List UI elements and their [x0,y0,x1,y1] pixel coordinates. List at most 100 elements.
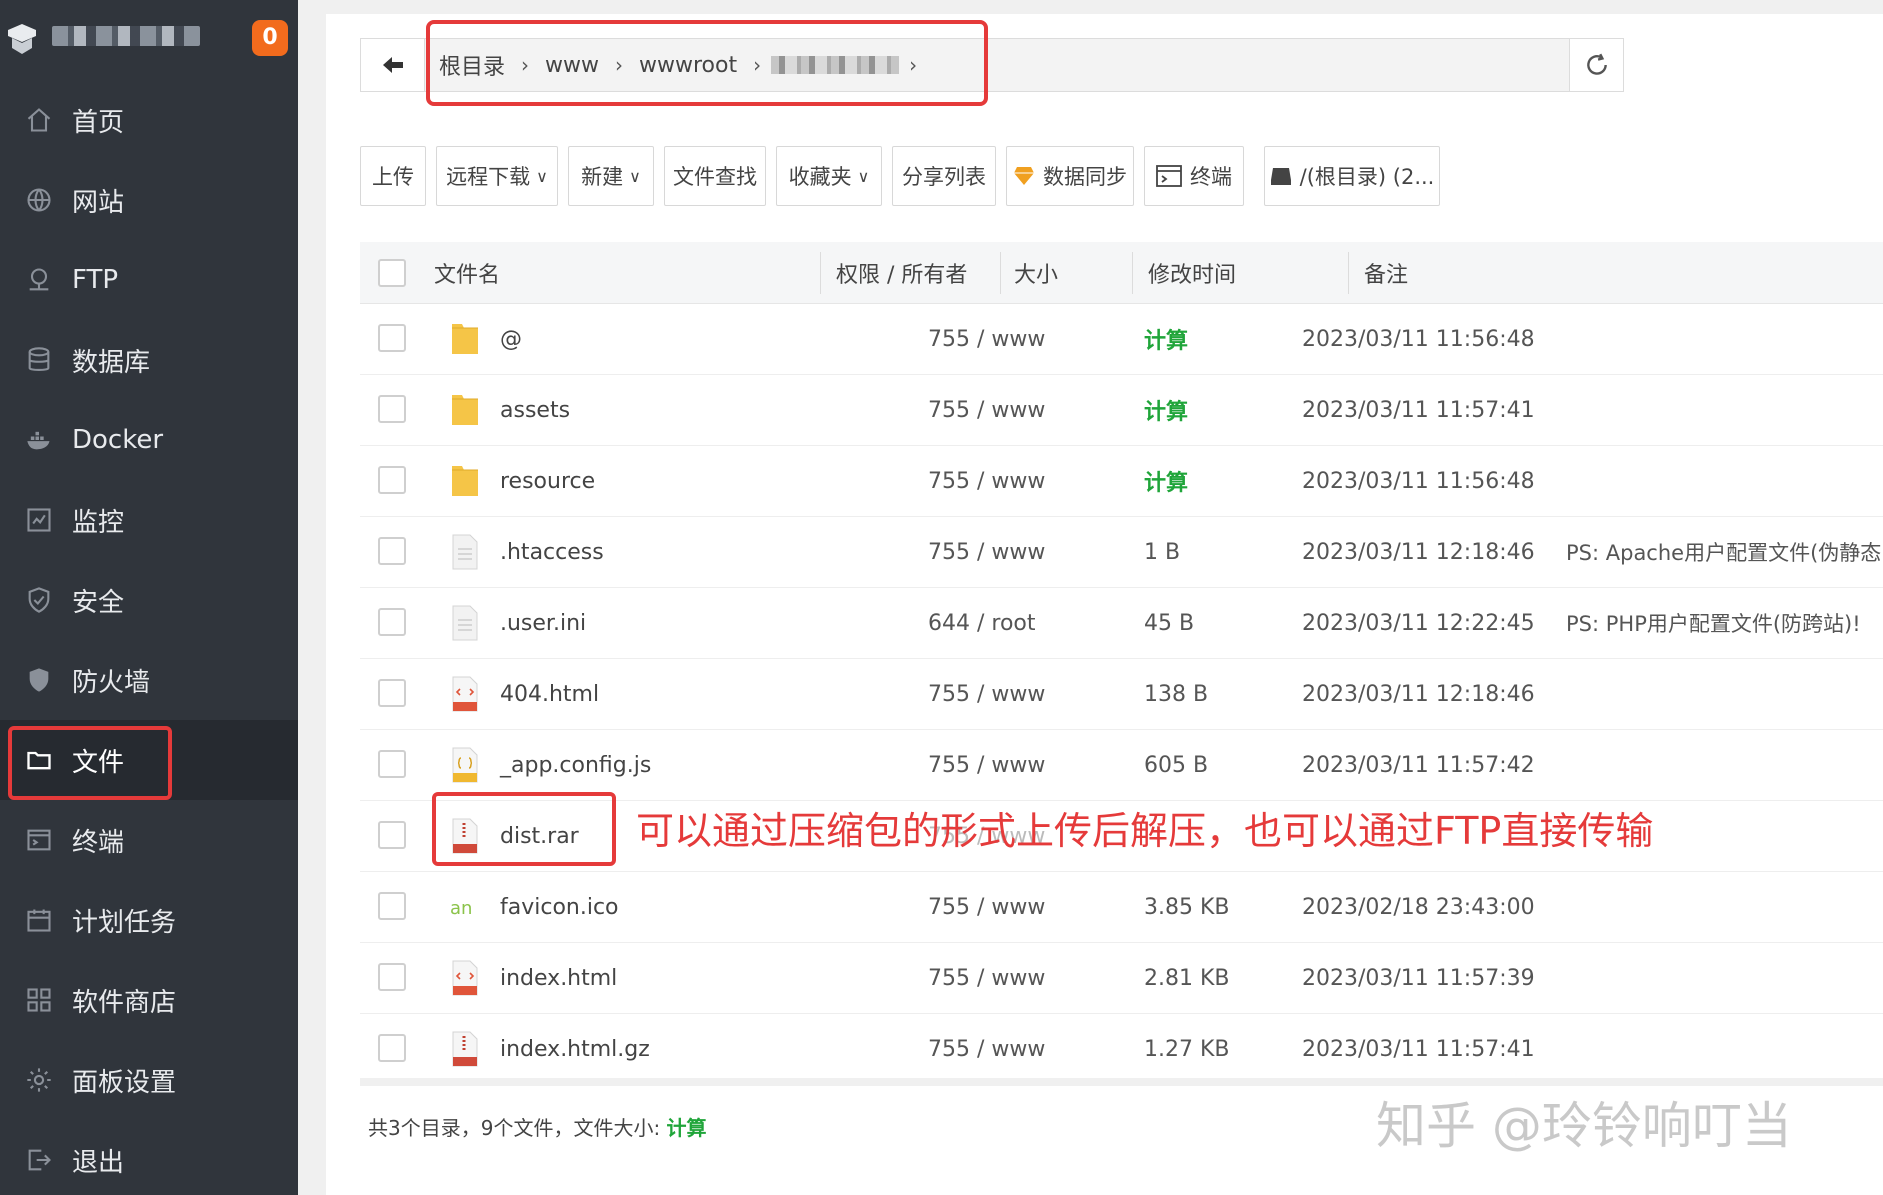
refresh-button[interactable] [1569,39,1623,91]
header-filename[interactable]: 文件名 [434,242,500,304]
table-row[interactable]: assets 755 / www 计算 2023/03/11 11:57:41 [360,375,1883,446]
row-checkbox[interactable] [378,324,406,352]
terminal-button[interactable]: 终端 [1144,146,1244,206]
file-size-calc-link[interactable]: 计算 [1144,304,1188,374]
sidebar-item-website[interactable]: 网站 [0,160,298,240]
file-permission[interactable]: 644 / root [928,588,1036,658]
database-icon [24,345,54,375]
file-name[interactable]: _app.config.js [500,730,651,800]
new-label: 新建 [581,165,624,189]
select-all-checkbox[interactable] [378,259,406,287]
breadcrumb-root[interactable]: 根目录 [433,49,511,81]
sidebar-item-terminal[interactable]: 终端 [0,800,298,880]
file-name[interactable]: index.html [500,943,617,1013]
file-size: 605 B [1144,752,1209,778]
share-list-button[interactable]: 分享列表 [892,146,996,206]
shield-icon [24,665,54,695]
file-permission[interactable]: 755 / www [928,730,1045,800]
summary-calc-link[interactable]: 计算 [667,1116,707,1140]
sidebar-item-label: 计划任务 [72,907,177,938]
file-permission[interactable]: 755 / www [928,375,1045,445]
sidebar-item-store[interactable]: 软件商店 [0,960,298,1040]
file-table: 文件名 权限 / 所有者 大小 修改时间 备注 @ 755 / www 计算 2… [360,242,1883,1085]
table-row[interactable]: _app.config.js 755 / www 605 B 2023/03/1… [360,730,1883,801]
disk-label: /(根目录) (2... [1299,165,1435,189]
notification-badge[interactable]: 0 [252,20,288,56]
file-note[interactable]: PS: PHP用户配置文件(防跨站)! [1566,588,1861,658]
favorites-button[interactable]: 收藏夹 ∨ [776,146,882,206]
table-scrollbar[interactable] [360,1078,1883,1086]
sidebar-item-cron[interactable]: 计划任务 [0,880,298,960]
folder-icon [452,324,478,354]
header-permission[interactable]: 权限 / 所有者 [836,242,967,304]
file-size-calc-link[interactable]: 计算 [1144,446,1188,516]
file-name[interactable]: resource [500,446,595,516]
gem-icon [1014,167,1034,185]
disk-button[interactable]: /(根目录) (2... [1264,146,1440,206]
file-name[interactable]: @ [500,304,522,374]
sidebar-item-ftp[interactable]: FTP [0,240,298,320]
table-row[interactable]: index.html.gz 755 / www 1.27 KB 2023/03/… [360,1014,1883,1085]
file-name[interactable]: favicon.ico [500,872,619,942]
table-row[interactable]: an favicon.ico 755 / www 3.85 KB 2023/02… [360,872,1883,943]
sidebar-item-security[interactable]: 安全 [0,560,298,640]
upload-button[interactable]: 上传 [360,146,426,206]
row-checkbox[interactable] [378,1034,406,1062]
sidebar-item-docker[interactable]: Docker [0,400,298,480]
path-bar[interactable]: 根目录 › www › wwwroot › › [360,38,1624,92]
row-checkbox[interactable] [378,963,406,991]
row-checkbox[interactable] [378,608,406,636]
row-checkbox[interactable] [378,679,406,707]
file-permission[interactable]: 755 / www [928,517,1045,587]
breadcrumb-www[interactable]: www [539,53,605,78]
sidebar-item-monitor[interactable]: 监控 [0,480,298,560]
file-permission[interactable]: 755 / www [928,872,1045,942]
sidebar-item-firewall[interactable]: 防火墙 [0,640,298,720]
file-mtime: 2023/03/11 12:18:46 [1302,681,1535,707]
file-note[interactable]: PS: Apache用户配置文件(伪静态 [1566,517,1881,587]
header-size[interactable]: 大小 [1014,242,1058,304]
row-checkbox[interactable] [378,466,406,494]
sidebar-item-files[interactable]: 文件 [0,720,298,800]
row-checkbox[interactable] [378,821,406,849]
file-size-calc-link[interactable]: 计算 [1144,375,1188,445]
file-name[interactable]: index.html.gz [500,1014,650,1084]
breadcrumb-wwwroot[interactable]: wwwroot [633,53,743,78]
row-checkbox[interactable] [378,750,406,778]
file-mtime: 2023/03/11 11:57:42 [1302,752,1535,778]
remote-download-button[interactable]: 远程下载 ∨ [436,146,558,206]
data-sync-button[interactable]: 数据同步 [1006,146,1134,206]
file-permission[interactable]: 755 / www [928,446,1045,516]
table-row[interactable]: 404.html 755 / www 138 B 2023/03/11 12:1… [360,659,1883,730]
row-checkbox[interactable] [378,395,406,423]
file-permission[interactable]: 755 / www [928,943,1045,1013]
file-name[interactable]: 404.html [500,659,599,729]
sidebar-item-label: Docker [72,425,164,455]
file-name[interactable]: .user.ini [500,588,586,658]
file-permission[interactable]: 755 / www [928,304,1045,374]
file-permission[interactable]: 755 / www [928,1014,1045,1084]
file-search-button[interactable]: 文件查找 [664,146,766,206]
gear-icon [24,1065,54,1095]
table-row[interactable]: index.html 755 / www 2.81 KB 2023/03/11 … [360,943,1883,1014]
file-name[interactable]: assets [500,375,570,445]
row-checkbox[interactable] [378,892,406,920]
table-row[interactable]: resource 755 / www 计算 2023/03/11 11:56:4… [360,446,1883,517]
breadcrumb-site-redacted[interactable] [771,56,900,74]
table-row[interactable]: .htaccess 755 / www 1 B 2023/03/11 12:18… [360,517,1883,588]
sidebar-header: 0 [0,0,298,80]
file-name[interactable]: dist.rar [500,801,579,871]
back-button[interactable] [361,39,425,91]
new-button[interactable]: 新建 ∨ [568,146,654,206]
file-name[interactable]: .htaccess [500,517,604,587]
sidebar-item-database[interactable]: 数据库 [0,320,298,400]
table-row[interactable]: @ 755 / www 计算 2023/03/11 11:56:48 [360,304,1883,375]
row-checkbox[interactable] [378,537,406,565]
chevron-down-icon: ∨ [857,166,870,186]
file-permission[interactable]: 755 / www [928,659,1045,729]
sidebar-item-logout[interactable]: 退出 [0,1120,298,1195]
sidebar-item-settings[interactable]: 面板设置 [0,1040,298,1120]
header-mtime[interactable]: 修改时间 [1148,242,1236,304]
table-row[interactable]: .user.ini 644 / root 45 B 2023/03/11 12:… [360,588,1883,659]
sidebar-item-home[interactable]: 首页 [0,80,298,160]
